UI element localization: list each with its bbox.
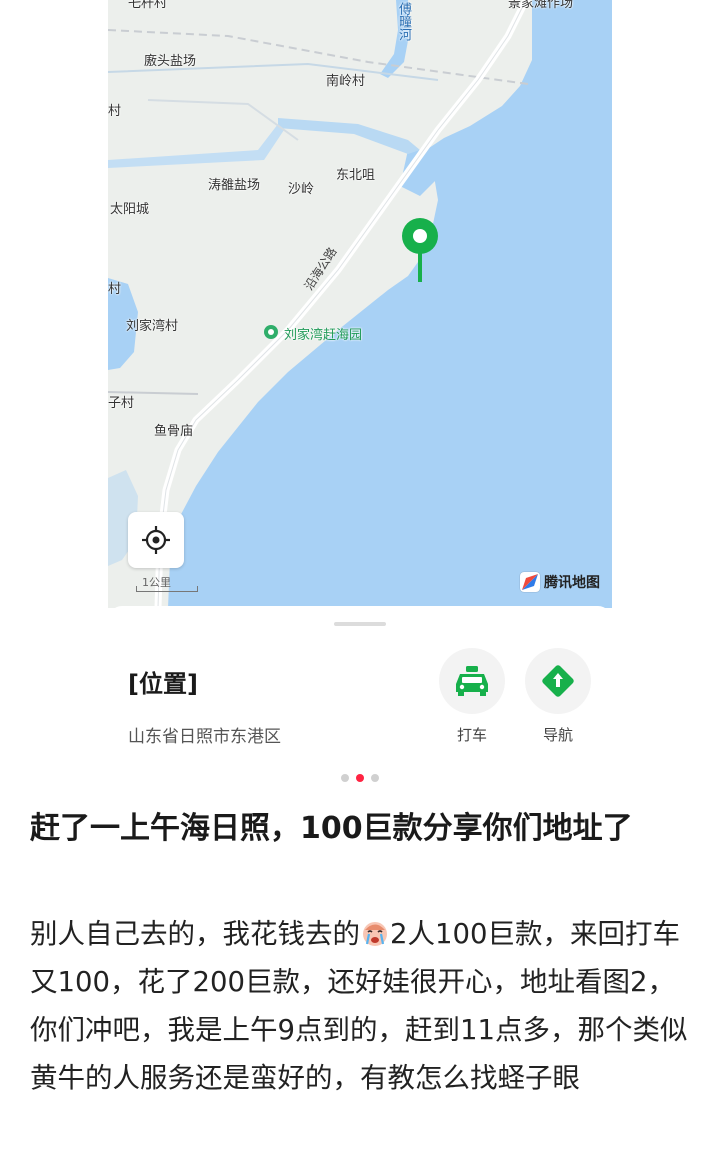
locate-button[interactable]	[128, 512, 184, 568]
post-title: 赶了一上午海日照，100巨款分享你们地址了	[30, 811, 633, 846]
page-dot-2-active[interactable]	[356, 774, 364, 782]
location-sheet: [位置] 山东省日照市东港区 打车 导航	[108, 606, 612, 770]
image-pagination	[0, 774, 720, 784]
map-label-zicun: 子村	[108, 396, 135, 411]
page-dot-3[interactable]	[371, 774, 379, 782]
post-body: 别人自己去的，我花钱去的 2人100巨款，来回打车又100，花了200巨款，还好…	[30, 910, 695, 1102]
taxi-button[interactable]: 打车	[439, 648, 505, 745]
navigation-icon-circle	[525, 648, 591, 714]
map-view[interactable]: 乇杆村 景家滩作场 傅疃河 廒头盐场 南岭村 村 东北咀 涛雒盐场 沙岭 太阳城…	[108, 0, 612, 608]
map-label-edge-cun2: 村	[108, 282, 122, 297]
map-label-taiyang: 太阳城	[110, 202, 150, 217]
navigation-label: 导航	[542, 726, 573, 744]
taxi-label: 打车	[456, 726, 487, 744]
brand-label: 腾讯地图	[544, 575, 600, 591]
map-label-yugumiao: 鱼骨庙	[154, 424, 194, 439]
location-address: 山东省日照市东港区	[128, 727, 281, 747]
map-label-edge-cun1: 村	[108, 104, 122, 119]
location-title: [位置]	[128, 670, 198, 698]
map-brand: 腾讯地图	[520, 572, 600, 592]
page-dot-1[interactable]	[341, 774, 349, 782]
taxi-icon-circle	[439, 648, 505, 714]
map-label-shaling: 沙岭	[288, 182, 315, 197]
map-label-taojun: 涛雒盐场	[208, 178, 261, 193]
crying-face-emoji-icon	[363, 922, 387, 946]
map-label-chuantong: 傅疃河	[396, 2, 411, 41]
tencent-map-logo-icon	[520, 572, 540, 592]
taxi-icon	[456, 666, 488, 696]
map-label-maozi: 乇杆村	[128, 0, 168, 11]
location-card[interactable]: 乇杆村 景家滩作场 傅疃河 廒头盐场 南岭村 村 东北咀 涛雒盐场 沙岭 太阳城…	[108, 0, 612, 770]
map-label-liujiawan: 刘家湾村	[126, 319, 179, 334]
navigation-button[interactable]: 导航	[525, 648, 591, 745]
crosshair-icon	[142, 526, 170, 554]
navigation-icon	[542, 665, 574, 697]
map-label-nanling: 南岭村	[326, 74, 366, 89]
map-poi-label[interactable]: 刘家湾赶海园	[284, 324, 362, 343]
map-label-jiaxi: 景家滩作场	[508, 0, 574, 11]
map-label-dongbeiju: 东北咀	[336, 168, 376, 183]
drag-handle[interactable]	[334, 622, 386, 626]
scale-bar	[136, 586, 198, 592]
post-body-part1: 别人自己去的，我花钱去的	[30, 918, 360, 950]
map-scale: 1公里	[136, 574, 198, 594]
map-label-mitou: 廒头盐场	[144, 54, 197, 69]
